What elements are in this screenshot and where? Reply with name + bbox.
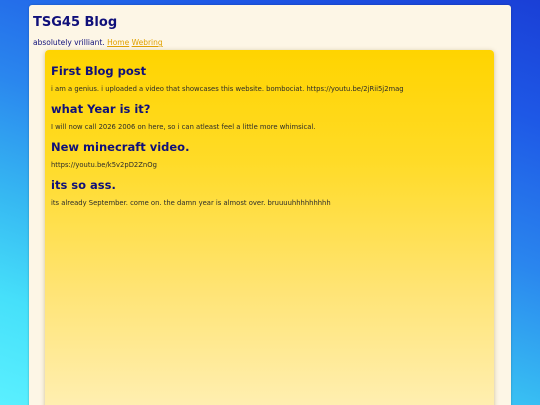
post-title: what Year is it?: [51, 102, 151, 116]
site-title[interactable]: TSG45 Blog: [33, 15, 117, 30]
post-body: https://youtu.be/k5v2pD2ZnOg: [51, 161, 157, 169]
blog-post: its so ass. its already September. come …: [51, 178, 488, 208]
post-title: New minecraft video.: [51, 140, 190, 154]
nav-link-webring[interactable]: Webring: [132, 38, 163, 47]
nav-link-home[interactable]: Home: [107, 38, 129, 47]
post-body: its already September. come on. the damn…: [51, 199, 331, 207]
blog-post: what Year is it? I will now call 2026 20…: [51, 102, 488, 132]
post-title: its so ass.: [51, 178, 116, 192]
post-body: I will now call 2026 2006 on here, so i …: [51, 123, 316, 131]
site-tagline: absolutely vrilliant.: [33, 38, 105, 47]
blog-posts-panel: First Blog post i am a genius. i uploade…: [45, 50, 494, 405]
blog-post: New minecraft video. https://youtu.be/k5…: [51, 140, 488, 170]
post-title: First Blog post: [51, 64, 147, 78]
page-container: TSG45 Blog absolutely vrilliant. Home We…: [29, 5, 511, 405]
blog-post: First Blog post i am a genius. i uploade…: [51, 64, 488, 94]
post-body: i am a genius. i uploaded a video that s…: [51, 85, 404, 93]
header-nav-row: absolutely vrilliant. Home Webring: [33, 38, 163, 47]
